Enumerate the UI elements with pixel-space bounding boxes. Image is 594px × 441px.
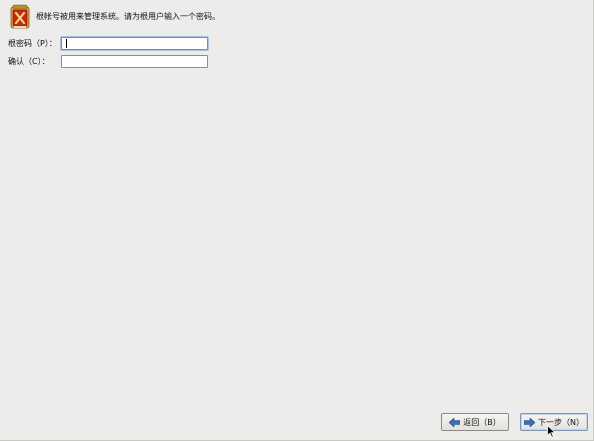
root-shield-icon — [10, 4, 30, 29]
header: 根帐号被用来管理系统。请为根用户输入一个密码。 — [9, 4, 220, 30]
arrow-right-icon — [524, 417, 535, 427]
password-input[interactable] — [61, 37, 208, 50]
next-button-label: 下一步（N） — [538, 417, 584, 427]
back-button[interactable]: 返回（B） — [441, 413, 509, 431]
installer-window: 根帐号被用来管理系统。请为根用户输入一个密码。 根密码（P）： 确认（C）： 返… — [0, 0, 594, 441]
confirm-input[interactable] — [61, 55, 208, 68]
header-message: 根帐号被用来管理系统。请为根用户输入一个密码。 — [36, 12, 220, 21]
back-button-label: 返回（B） — [463, 417, 501, 427]
confirm-row: 确认（C）： — [8, 54, 208, 69]
arrow-left-icon — [449, 417, 461, 427]
text-caret — [66, 39, 67, 48]
mouse-pointer-icon — [547, 425, 556, 438]
password-label: 根密码（P）： — [8, 39, 57, 48]
confirm-label: 确认（C）： — [8, 57, 50, 66]
password-row: 根密码（P）： — [8, 36, 208, 51]
